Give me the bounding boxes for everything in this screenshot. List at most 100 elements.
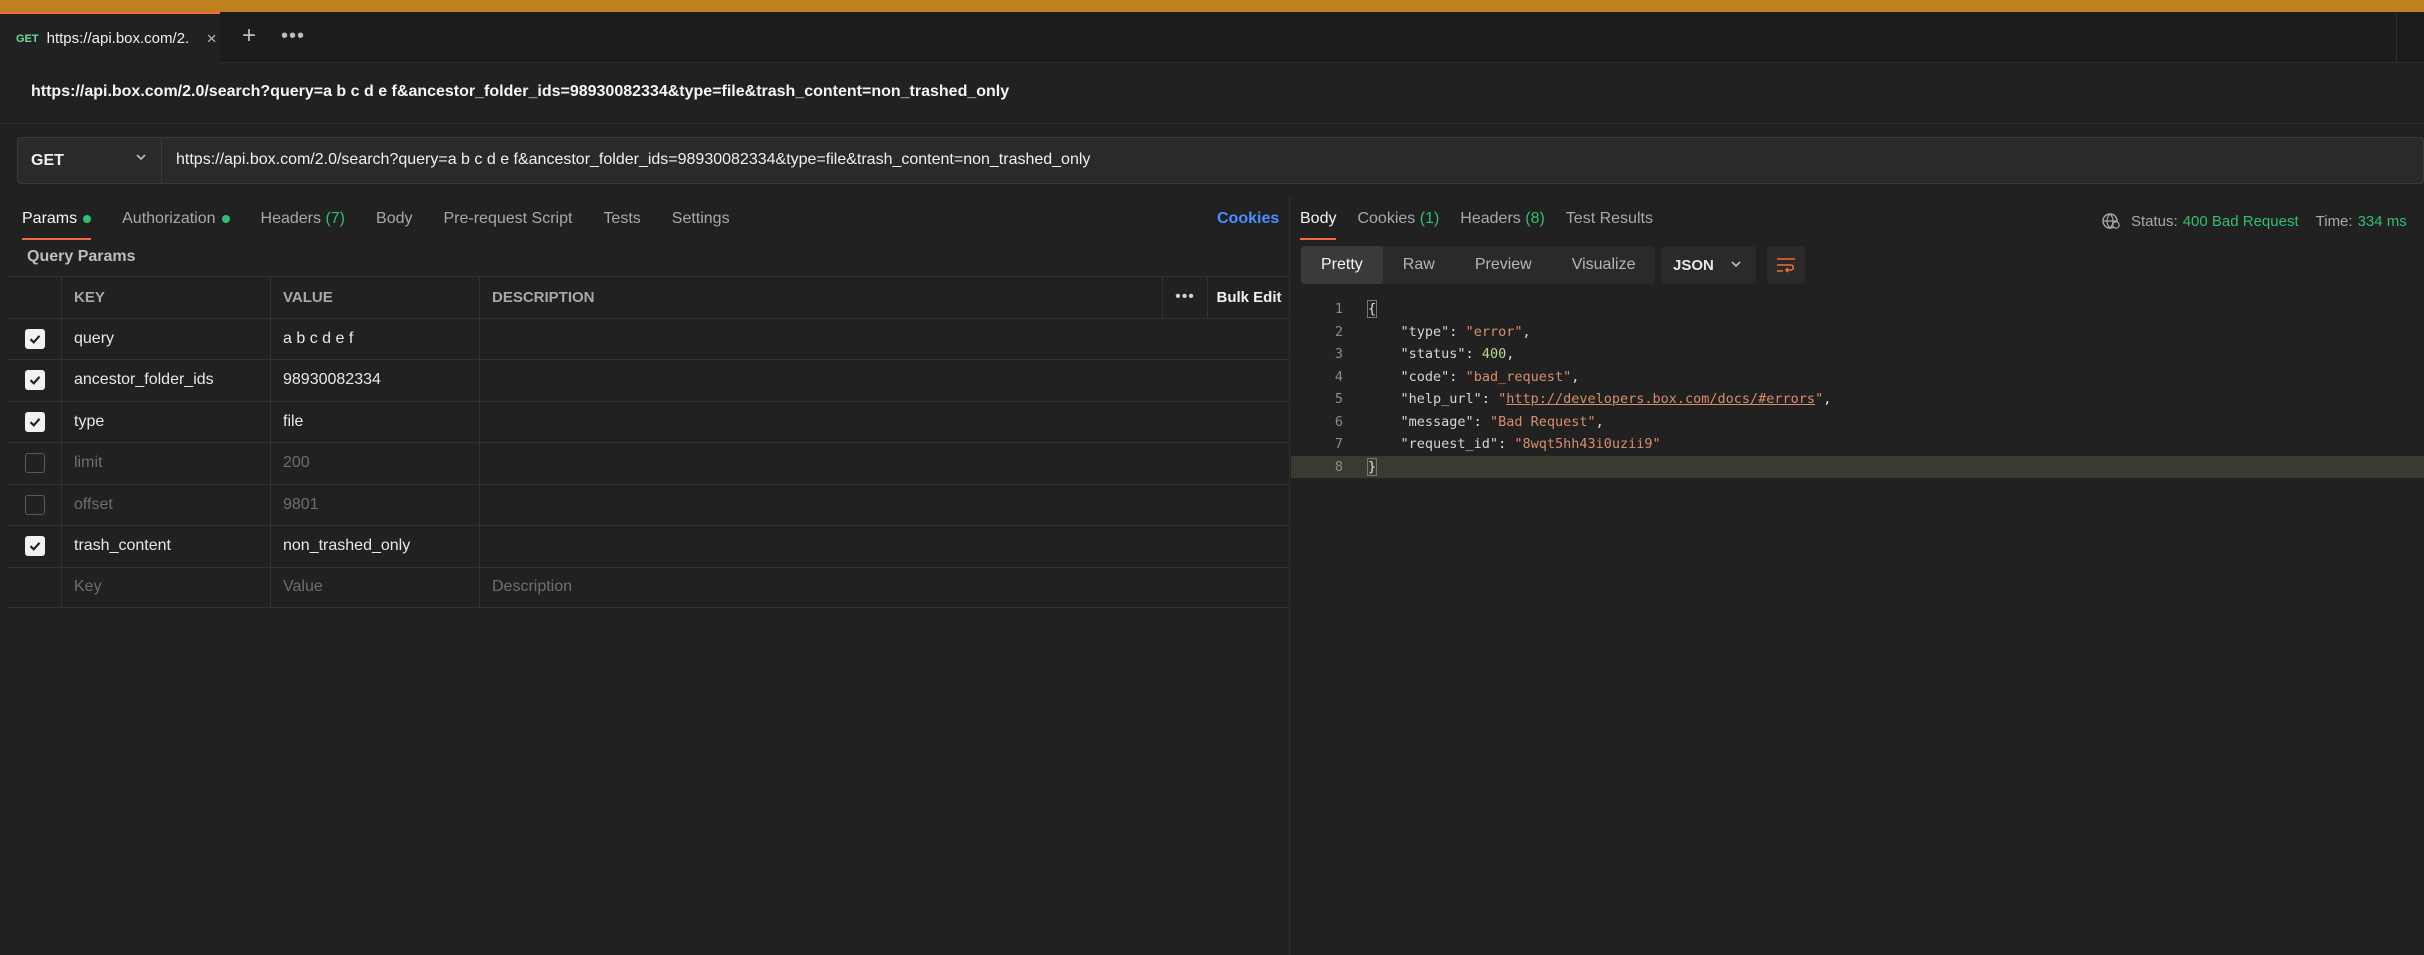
line-number: 6 bbox=[1334, 413, 1343, 430]
view-pretty-button[interactable]: Pretty bbox=[1301, 246, 1383, 284]
json-value: "bad_request" bbox=[1465, 368, 1572, 385]
response-tab-body[interactable]: Body bbox=[1300, 206, 1337, 240]
table-row: offset 9801 bbox=[8, 483, 1290, 526]
query-params-table: KEY VALUE DESCRIPTION ••• Bulk Edit quer… bbox=[8, 276, 1290, 608]
table-row: trash_content non_trashed_only bbox=[8, 525, 1290, 567]
new-row-check-cell bbox=[8, 567, 62, 607]
param-value[interactable]: 9801 bbox=[271, 484, 480, 525]
response-cookies-count: (1) bbox=[1419, 210, 1440, 227]
param-key[interactable]: ancestor_folder_ids bbox=[62, 360, 271, 401]
param-checkbox[interactable] bbox=[24, 328, 45, 349]
tab-authorization-label: Authorization bbox=[122, 210, 216, 227]
close-icon[interactable]: × bbox=[207, 29, 217, 49]
tab-headers[interactable]: Headers (7) bbox=[261, 206, 346, 236]
line-text: "code": "bad_request", bbox=[1400, 368, 1580, 385]
globe-icon[interactable] bbox=[2101, 211, 2121, 231]
param-value[interactable]: non_trashed_only bbox=[271, 526, 480, 567]
request-name[interactable]: https://api.box.com/2.0/search?query=a b… bbox=[31, 83, 1009, 101]
param-key[interactable]: trash_content bbox=[62, 526, 271, 567]
checkbox-cell bbox=[8, 318, 62, 359]
checkbox-cell bbox=[8, 360, 62, 401]
param-checkbox[interactable] bbox=[24, 536, 45, 557]
more-tabs-icon[interactable]: ••• bbox=[280, 24, 306, 50]
param-key[interactable]: limit bbox=[62, 443, 271, 484]
checkbox-cell bbox=[8, 526, 62, 567]
method-select[interactable]: GET bbox=[18, 138, 162, 183]
param-description[interactable] bbox=[480, 360, 1280, 401]
response-tab-test-results[interactable]: Test Results bbox=[1566, 206, 1653, 236]
top-banner bbox=[0, 0, 2424, 12]
tab-settings[interactable]: Settings bbox=[672, 206, 730, 236]
param-checkbox[interactable] bbox=[24, 494, 45, 515]
help-url-link[interactable]: http://developers.box.com/docs/#errors bbox=[1506, 391, 1815, 407]
response-tab-headers-label: Headers bbox=[1460, 210, 1521, 227]
param-checkbox[interactable] bbox=[24, 370, 45, 391]
response-tab-headers[interactable]: Headers (8) bbox=[1460, 206, 1545, 236]
param-key[interactable]: query bbox=[62, 318, 271, 359]
response-tab-cookies[interactable]: Cookies (1) bbox=[1357, 206, 1439, 236]
url-input[interactable]: https://api.box.com/2.0/search?query=a b… bbox=[176, 151, 1090, 169]
column-header-description: DESCRIPTION bbox=[480, 277, 1163, 318]
param-key[interactable]: offset bbox=[62, 484, 271, 525]
request-subtabs: Params Authorization Headers (7) Body Pr… bbox=[22, 206, 761, 240]
format-select[interactable]: JSON bbox=[1661, 246, 1756, 284]
tab-params-label: Params bbox=[22, 210, 78, 227]
view-preview-button[interactable]: Preview bbox=[1455, 246, 1552, 284]
tab-params[interactable]: Params bbox=[22, 206, 92, 240]
param-description[interactable] bbox=[480, 485, 1280, 526]
tab-tests[interactable]: Tests bbox=[603, 206, 640, 236]
new-tab-plus-icon[interactable]: + bbox=[236, 24, 262, 50]
table-header-row: KEY VALUE DESCRIPTION ••• Bulk Edit bbox=[8, 276, 1290, 318]
param-value[interactable]: file bbox=[271, 401, 480, 442]
request-tab[interactable]: GET https://api.box.com/2. × bbox=[0, 12, 220, 63]
line-text: { bbox=[1366, 298, 1378, 321]
line-text: } bbox=[1366, 456, 1378, 479]
param-checkbox[interactable] bbox=[24, 453, 45, 474]
json-key: "code" bbox=[1400, 368, 1450, 385]
status-value[interactable]: 400 Bad Request bbox=[2183, 213, 2299, 230]
param-description[interactable] bbox=[480, 319, 1280, 360]
time-value[interactable]: 334 ms bbox=[2358, 213, 2407, 230]
new-key-input[interactable]: Key bbox=[62, 567, 271, 607]
checkbox-cell bbox=[8, 443, 62, 484]
request-tab-method: GET bbox=[16, 32, 39, 45]
param-description[interactable] bbox=[480, 526, 1280, 567]
tab-authorization[interactable]: Authorization bbox=[122, 206, 230, 236]
line-number: 3 bbox=[1334, 346, 1343, 362]
param-value[interactable]: a b c d e f bbox=[271, 318, 480, 359]
table-row: ancestor_folder_ids 98930082334 bbox=[8, 359, 1290, 401]
json-value: "8wqt5hh43i0uzii9" bbox=[1514, 436, 1661, 452]
checkbox-cell bbox=[8, 484, 62, 525]
new-description-input[interactable]: Description bbox=[480, 568, 1280, 608]
json-key: "help_url" bbox=[1400, 391, 1482, 407]
table-row: query a b c d e f bbox=[8, 317, 1290, 360]
line-number: 7 bbox=[1334, 436, 1343, 452]
param-value[interactable]: 200 bbox=[271, 443, 480, 484]
code-line: 1{ bbox=[1291, 298, 2424, 321]
line-number: 2 bbox=[1334, 323, 1343, 340]
column-header-value: VALUE bbox=[271, 277, 480, 318]
cookies-link[interactable]: Cookies bbox=[1217, 206, 1279, 236]
bulk-edit-button[interactable]: Bulk Edit bbox=[1208, 277, 1290, 318]
response-body-editor[interactable]: 1{2 "type": "error", 3 "status": 400, 4 "c… bbox=[1291, 298, 2424, 478]
json-key: "status" bbox=[1400, 346, 1466, 362]
more-options-icon[interactable]: ••• bbox=[1163, 277, 1208, 318]
close-brace: } bbox=[1366, 457, 1378, 476]
json-value: "Bad Request" bbox=[1489, 413, 1596, 430]
param-key[interactable]: type bbox=[62, 401, 271, 442]
request-tab-title: https://api.box.com/2. bbox=[46, 30, 190, 47]
tab-prerequest-script[interactable]: Pre-request Script bbox=[443, 206, 572, 236]
wrap-lines-icon[interactable] bbox=[1767, 246, 1805, 284]
view-raw-button[interactable]: Raw bbox=[1383, 246, 1455, 284]
new-value-input[interactable]: Value bbox=[271, 567, 480, 607]
view-visualize-button[interactable]: Visualize bbox=[1552, 246, 1656, 284]
param-description[interactable] bbox=[480, 402, 1280, 443]
param-checkbox[interactable] bbox=[24, 411, 45, 432]
param-value[interactable]: 98930082334 bbox=[271, 360, 480, 401]
tab-body[interactable]: Body bbox=[376, 206, 412, 236]
code-line: 3 "status": 400, bbox=[1291, 343, 2424, 366]
time-label: Time: bbox=[2315, 212, 2353, 230]
param-description[interactable] bbox=[480, 443, 1280, 484]
line-text: "status": 400, bbox=[1400, 346, 1515, 362]
code-line: 8} bbox=[1291, 455, 2424, 479]
